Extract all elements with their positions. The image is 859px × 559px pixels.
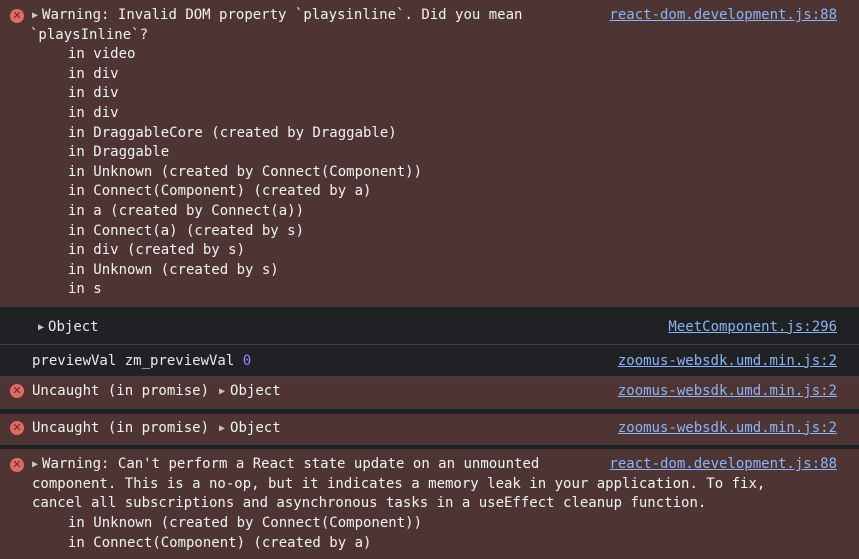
message-line: Uncaught (in promise): [32, 383, 210, 400]
error-icon: ✕: [10, 420, 24, 435]
source-link[interactable]: MeetComponent.js:296: [668, 317, 837, 338]
console-message-log: MeetComponent.js:296 ▶ Object: [0, 306, 859, 345]
stack-frame: in Draggable: [68, 144, 170, 161]
error-icon: ✕: [10, 384, 24, 399]
message-line: `playsInline`?: [30, 26, 149, 43]
stack-frame: in DraggableCore (created by Draggable): [68, 124, 397, 141]
source-link[interactable]: zoomus-websdk.umd.min.js:2: [617, 382, 837, 402]
expand-triangle-icon[interactable]: ▶: [219, 382, 225, 402]
stack-frame: in Unknown (created by Connect(Component…: [68, 515, 423, 532]
source-link[interactable]: react-dom.development.js:88: [609, 455, 837, 475]
source-link[interactable]: zoomus-websdk.umd.min.js:2: [617, 351, 837, 372]
console-message-warning: ✕ react-dom.development.js:88 ▶ Warning: …: [0, 0, 859, 307]
expand-triangle-icon[interactable]: ▶: [38, 318, 44, 338]
message-line: Warning: Invalid DOM property `playsinli…: [42, 7, 523, 23]
source-link[interactable]: zoomus-websdk.umd.min.js:2: [617, 418, 837, 439]
message-line: Warning: Can't perform a React state upd…: [42, 456, 540, 473]
source-link[interactable]: react-dom.development.js:88: [609, 6, 837, 26]
expand-triangle-icon[interactable]: ▶: [219, 419, 225, 439]
stack-frame: in div: [68, 65, 119, 82]
error-icon: ✕: [10, 9, 24, 23]
stack-frame: in Unknown (created by s): [68, 261, 279, 278]
message-line: cancel all subscriptions and asynchronou…: [32, 495, 707, 512]
stack-frame: in video: [68, 46, 136, 63]
object-label[interactable]: Object: [230, 420, 281, 436]
stack-frame: in div (created by s): [68, 242, 246, 259]
console-message-warning: ✕ react-dom.development.js:88 ▶ Warning: …: [0, 449, 859, 559]
stack-frame: in s: [68, 281, 102, 298]
console-message-log: zoomus-websdk.umd.min.js:2 previewVal zm…: [0, 344, 859, 378]
stack-frame: in Connect(Component) (created by a): [68, 183, 372, 200]
message-line: previewVal zm_previewVal: [32, 352, 235, 369]
stack-frame: in div: [68, 85, 119, 102]
console-message-error: ✕ zoomus-websdk.umd.min.js:2 Uncaught (i…: [0, 413, 859, 446]
stack-frame: in div: [68, 104, 119, 121]
console-panel: ✕ react-dom.development.js:88 ▶ Warning: …: [0, 0, 859, 559]
expand-triangle-icon[interactable]: ▶: [32, 455, 38, 475]
number-value: 0: [242, 352, 252, 369]
expand-triangle-icon[interactable]: ▶: [32, 6, 38, 26]
stack-frame: in a (created by Connect(a)): [68, 202, 305, 219]
message-line: component. This is a no-op, but it indic…: [32, 475, 766, 492]
stack-frame: in Unknown (created by Connect(Component…: [68, 163, 423, 180]
message-line: Uncaught (in promise): [32, 419, 210, 436]
error-icon: ✕: [10, 458, 24, 473]
object-label[interactable]: Object: [230, 383, 281, 399]
console-message-error: ✕ zoomus-websdk.umd.min.js:2 Uncaught (i…: [0, 377, 859, 409]
object-label: Object: [48, 318, 99, 335]
stack-frame: in Connect(a) (created by s): [68, 222, 305, 239]
